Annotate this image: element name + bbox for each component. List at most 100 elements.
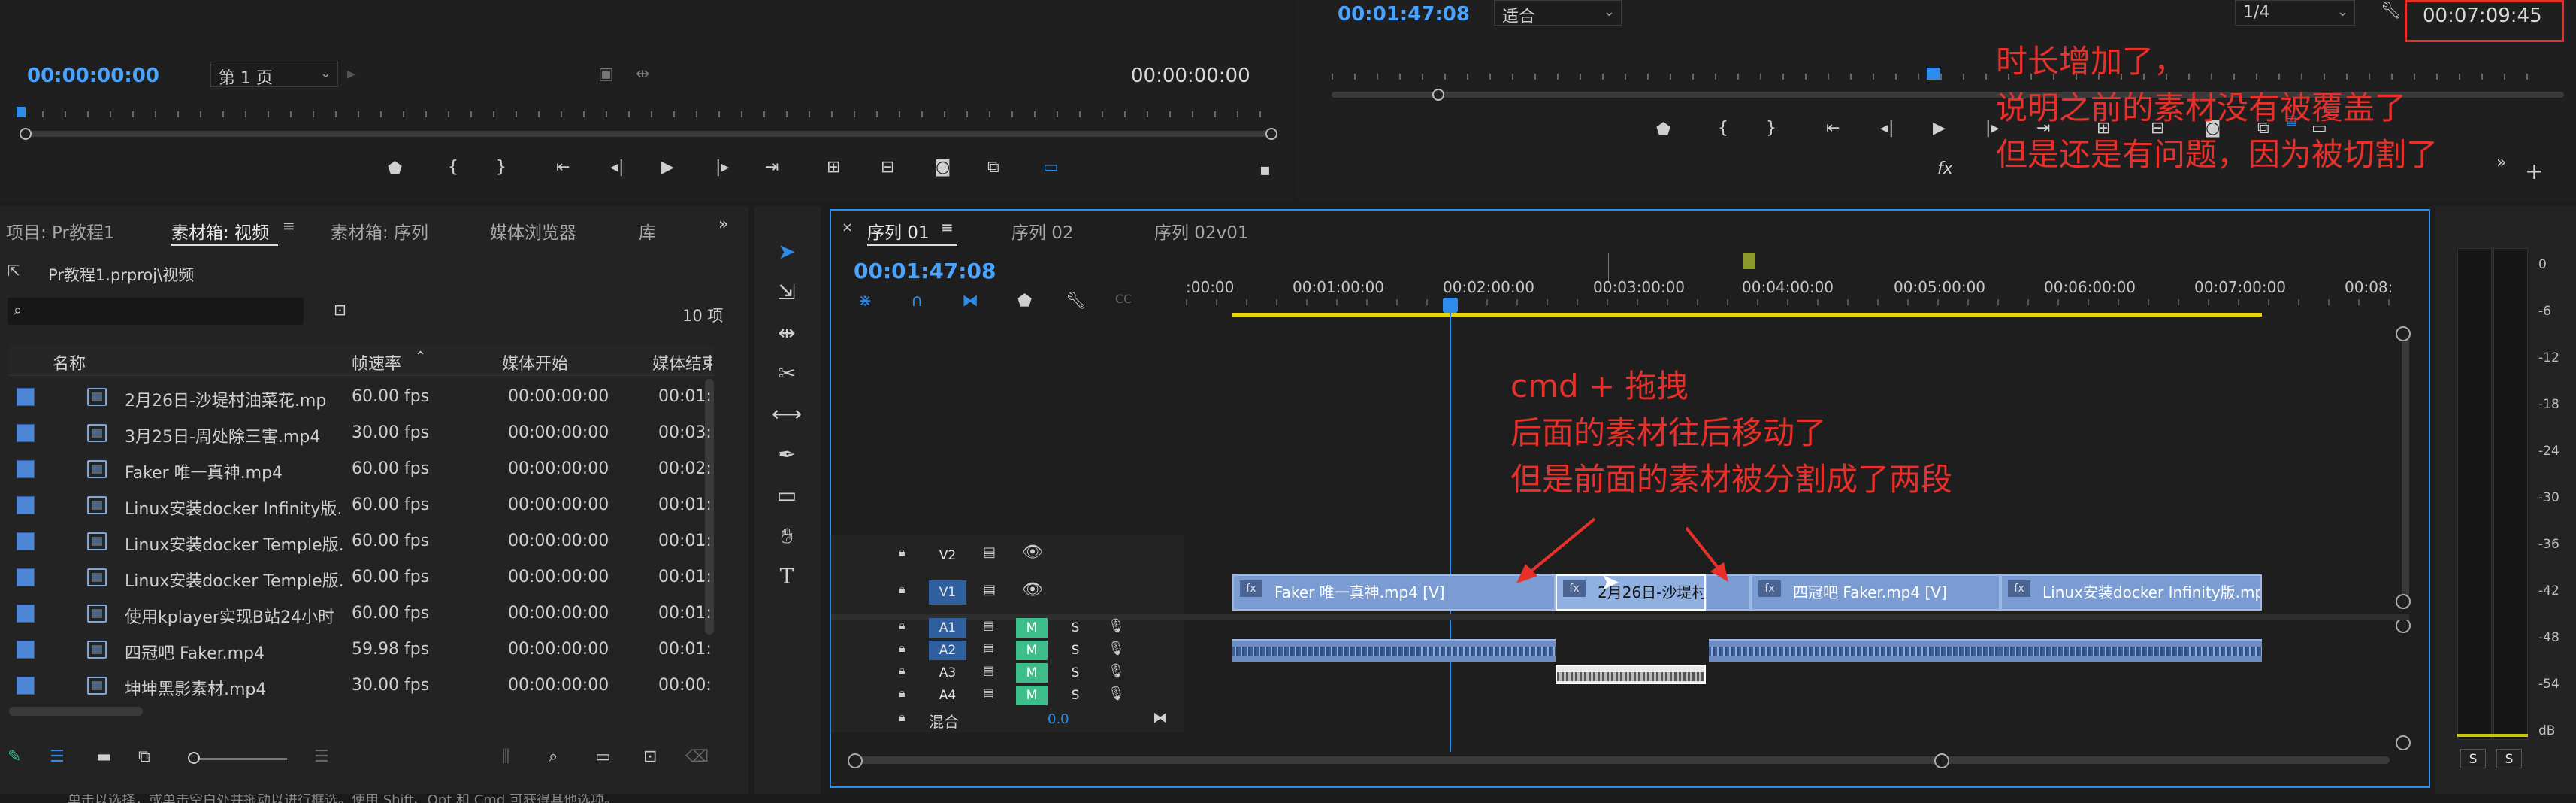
overflow-icon[interactable]: »	[718, 217, 728, 233]
tab-sequence-bin[interactable]: 素材箱: 序列	[331, 218, 428, 244]
zoom-handle-left[interactable]	[20, 128, 32, 140]
panel-menu-icon[interactable]: ≡	[283, 218, 295, 233]
razor-tool-icon[interactable]: ✂	[766, 355, 807, 392]
overlay-icon[interactable]: ▣	[598, 66, 614, 83]
microphone-icon[interactable]: 🎙︎	[1108, 620, 1125, 633]
video-vscrollbar[interactable]	[2402, 331, 2409, 601]
label-color-swatch[interactable]	[17, 605, 35, 623]
eye-icon[interactable]: 👁︎	[1022, 582, 1043, 598]
insert-icon[interactable]: ⊞	[827, 159, 840, 176]
list-item[interactable]: Faker 唯一真神.mp4 60.00 fps 00:00:00:00 00:02:	[9, 451, 714, 487]
fx-icon[interactable]: fx	[1937, 161, 1953, 177]
list-item[interactable]: 四冠吧 Faker.mp4 59.98 fps 00:00:00:00 00:01:	[9, 632, 714, 668]
source-ruler[interactable]	[20, 111, 1267, 117]
lock-icon[interactable]: 🔒︎	[899, 642, 906, 654]
hand-tool-icon[interactable]: ✋︎	[766, 517, 807, 555]
label-color-swatch[interactable]	[17, 460, 35, 478]
snap-icon[interactable]: ∩	[911, 293, 923, 310]
type-tool-icon[interactable]: T	[766, 558, 807, 595]
zoom-handle-right[interactable]	[1265, 128, 1277, 140]
track-a2-label[interactable]: A2	[929, 641, 966, 660]
ripple-edit-tool-icon[interactable]: ⇹	[766, 314, 807, 352]
play-icon[interactable]: ▶	[1933, 120, 1946, 137]
sort-icon[interactable]: ☰	[314, 749, 329, 765]
overflow-icon[interactable]: »	[2496, 155, 2506, 171]
lock-icon[interactable]: 🔒︎	[899, 546, 906, 558]
icon-view-icon[interactable]: ▬	[96, 749, 112, 765]
audio-vscroll-handle[interactable]	[2396, 618, 2411, 633]
lock-icon[interactable]: 🔒︎	[899, 620, 906, 632]
mute-button[interactable]: M	[1016, 641, 1048, 660]
list-item[interactable]: Linux安装docker Infinity版. 60.00 fps 00:00:0…	[9, 487, 714, 523]
hscroll-handle-right[interactable]	[1934, 753, 1949, 768]
play-icon[interactable]: ▶	[661, 159, 674, 176]
safe-margins-icon[interactable]: ▭	[1043, 159, 1059, 176]
go-to-in-icon[interactable]: ⇤	[1826, 120, 1840, 137]
tab-video-bin[interactable]: 素材箱: 视频	[171, 218, 269, 244]
label-color-swatch[interactable]	[17, 388, 35, 406]
column-media-start[interactable]: 媒体开始	[502, 350, 568, 374]
page-select[interactable]: 第 1 页 ⌄	[210, 62, 338, 88]
column-fps[interactable]: 帧速率	[352, 350, 401, 374]
go-to-out-icon[interactable]: ⇥	[765, 159, 779, 176]
new-bin-icon[interactable]: ▭	[595, 749, 611, 765]
list-item[interactable]: Linux安装docker Temple版. 60.00 fps 00:00:00:…	[9, 523, 714, 559]
list-item[interactable]: Linux安装docker Temple版. 60.00 fps 00:00:00:…	[9, 559, 714, 595]
label-color-swatch[interactable]	[17, 424, 35, 442]
mark-in-icon[interactable]: {	[1718, 120, 1728, 137]
sync-lock-icon[interactable]: ▤	[983, 687, 994, 699]
sync-lock-icon[interactable]: ▤	[983, 620, 994, 632]
mix-value[interactable]: 0.0	[1048, 711, 1069, 727]
export-frame-icon[interactable]: ⧉	[987, 159, 999, 176]
microphone-icon[interactable]: 🎙︎	[1108, 687, 1125, 701]
program-playhead[interactable]	[1927, 68, 1940, 80]
camera-icon[interactable]: ◙	[935, 159, 951, 176]
selection-tool-icon[interactable]: ➤	[766, 233, 807, 271]
panel-menu-icon[interactable]: ≡	[941, 220, 954, 235]
go-to-in-icon[interactable]: ⇤	[556, 159, 570, 176]
microphone-icon[interactable]: 🎙︎	[1108, 642, 1125, 656]
list-item[interactable]: 使用kplayer实现B站24小时 60.00 fps 00:00:00:00 00:…	[9, 595, 714, 632]
timeline-hscrollbar[interactable]	[857, 756, 2390, 764]
audio-clip-linux[interactable]	[2000, 639, 2262, 662]
sort-up-icon[interactable]: ⌃	[415, 350, 426, 364]
zoom-handle-left[interactable]	[1432, 89, 1444, 101]
sync-lock-icon[interactable]: ▤	[983, 546, 996, 559]
lock-icon[interactable]: 🔒︎	[899, 583, 906, 595]
add-marker-icon[interactable]: ⬟	[1017, 293, 1032, 310]
captions-icon[interactable]: CC	[1115, 293, 1132, 305]
step-back-icon[interactable]: ◂|	[610, 159, 624, 176]
nest-icon[interactable]: ⋇	[858, 293, 872, 310]
track-select-tool-icon[interactable]: ⇲	[766, 274, 807, 311]
video-vscroll-handle[interactable]	[2396, 326, 2411, 341]
wrench-icon[interactable]: 🔧︎	[1066, 293, 1087, 310]
track-a4-label[interactable]: A4	[929, 686, 966, 705]
label-color-swatch[interactable]	[17, 677, 35, 695]
label-color-swatch[interactable]	[17, 641, 35, 659]
column-name[interactable]: 名称	[53, 350, 86, 374]
add-marker-icon[interactable]: ⬟	[1656, 122, 1670, 138]
solo-right-button[interactable]: S	[2496, 749, 2522, 768]
clip-linux-video[interactable]: fx Linux安装docker Infinity版.mp4 [V]	[2000, 574, 2262, 611]
track-a3-label[interactable]: A3	[929, 663, 966, 683]
list-item[interactable]: 2月26日-沙堤村油菜花.mp 60.00 fps 00:00:00:00 00:01…	[9, 379, 714, 415]
search-input[interactable]	[8, 298, 304, 325]
column-media-end[interactable]: 媒体结束	[652, 350, 712, 374]
new-item-icon[interactable]: ⊡	[643, 749, 657, 765]
linked-selection-icon[interactable]: ⧓	[962, 293, 978, 310]
audio-clip-sigun[interactable]	[1709, 639, 2000, 662]
lock-icon[interactable]: 🔒︎	[899, 711, 906, 723]
work-area-bar[interactable]	[1232, 313, 2262, 317]
fit-select[interactable]: 适合 ⌄	[1494, 0, 1622, 26]
label-color-swatch[interactable]	[17, 496, 35, 514]
list-item[interactable]: 3月25日-周处除三害.mp4 30.00 fps 00:00:00:00 00:03…	[9, 415, 714, 451]
solo-button[interactable]: S	[1060, 618, 1091, 638]
audio-vscroll-handle[interactable]	[2396, 735, 2411, 750]
add-button-icon[interactable]: +	[2525, 161, 2544, 183]
drag-icon[interactable]: ⇹	[636, 66, 649, 83]
solo-button[interactable]: S	[1060, 686, 1091, 705]
tab-project[interactable]: 项目: Pr教程1	[6, 218, 115, 244]
lock-icon[interactable]: 🔒︎	[899, 665, 906, 677]
tab-sequence-02[interactable]: 序列 02	[1011, 218, 1074, 244]
mute-button[interactable]: M	[1016, 663, 1048, 683]
